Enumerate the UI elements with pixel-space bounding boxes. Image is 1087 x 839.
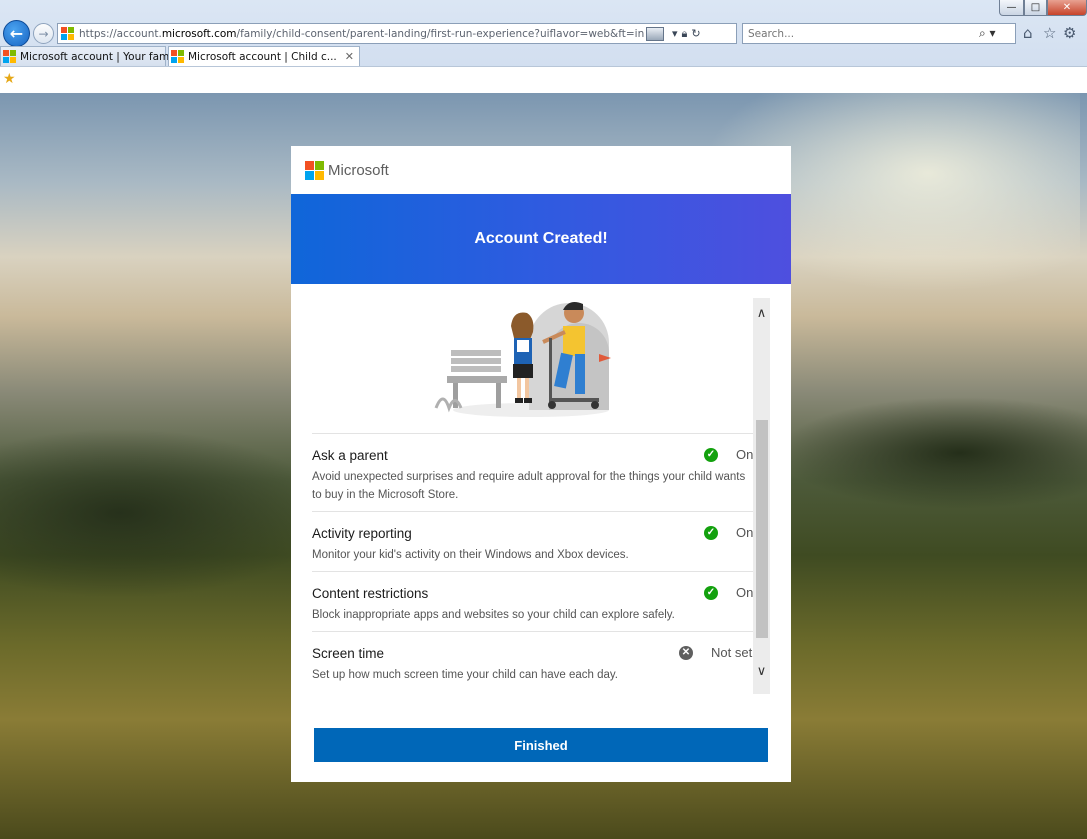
scrollbar-thumb[interactable] bbox=[756, 420, 768, 638]
tab-label: Microsoft account | Your family bbox=[20, 50, 182, 63]
setting-activity-reporting[interactable]: Activity reporting ✓ On Monitor your kid… bbox=[312, 511, 753, 571]
tab-your-family[interactable]: Microsoft account | Your family bbox=[0, 46, 181, 66]
home-icon[interactable]: ⌂ bbox=[1023, 24, 1033, 42]
setting-description: Set up how much screen time your child c… bbox=[312, 669, 618, 681]
check-circle-icon: ✓ bbox=[704, 447, 718, 462]
arrow-left-icon: ← bbox=[9, 24, 24, 43]
search-input[interactable] bbox=[748, 27, 973, 40]
search-box[interactable]: ⌕ ▾ bbox=[742, 23, 1016, 44]
gear-icon[interactable]: ⚙ bbox=[1063, 24, 1076, 42]
brand-name: Microsoft bbox=[328, 161, 389, 179]
status-badge: ✕ Not set bbox=[679, 645, 752, 660]
chevron-down-icon[interactable]: ∨ bbox=[753, 664, 770, 679]
account-created-dialog: Microsoft Account Created! Ask a parent … bbox=[291, 146, 791, 782]
site-favicon-icon bbox=[61, 27, 74, 40]
maximize-button[interactable]: □ bbox=[1024, 0, 1047, 16]
favorites-bar: ★ bbox=[0, 66, 1087, 93]
browser-chrome: — □ ✕ ← → https://account.microsoft.com/… bbox=[0, 0, 1087, 93]
status-badge: ✓ On bbox=[704, 447, 753, 462]
close-tab-icon[interactable]: ✕ bbox=[345, 50, 354, 63]
url-text[interactable]: https://account.microsoft.com/family/chi… bbox=[79, 28, 644, 40]
add-favorite-icon[interactable]: ★ bbox=[3, 71, 16, 87]
setting-description: Avoid unexpected surprises and require a… bbox=[312, 471, 746, 501]
close-window-button[interactable]: ✕ bbox=[1047, 0, 1087, 16]
setting-content-restrictions[interactable]: Content restrictions ✓ On Block inapprop… bbox=[312, 571, 753, 631]
setting-description: Block inappropriate apps and websites so… bbox=[312, 609, 675, 621]
setting-description: Monitor your kid's activity on their Win… bbox=[312, 549, 629, 561]
status-label: On bbox=[736, 525, 754, 540]
search-icon[interactable]: ⌕ ▾ bbox=[979, 26, 996, 41]
back-button[interactable]: ← bbox=[3, 20, 30, 47]
status-label: On bbox=[736, 447, 754, 462]
status-badge: ✓ On bbox=[704, 525, 753, 540]
address-bar[interactable]: https://account.microsoft.com/family/chi… bbox=[57, 23, 737, 44]
settings-scroll-area[interactable]: Ask a parent ✓ On Avoid unexpected surpr… bbox=[291, 298, 771, 694]
site-favicon-icon bbox=[171, 50, 184, 63]
site-favicon-icon bbox=[3, 50, 16, 63]
setting-title: Activity reporting bbox=[312, 526, 412, 541]
setting-ask-a-parent[interactable]: Ask a parent ✓ On Avoid unexpected surpr… bbox=[312, 433, 753, 511]
lock-icon[interactable]: 🔒︎ bbox=[682, 27, 688, 41]
dialog-header: Microsoft bbox=[291, 146, 791, 194]
status-label: On bbox=[736, 585, 754, 600]
tab-strip: Microsoft account | Your family Microsof… bbox=[0, 46, 362, 66]
setting-title: Content restrictions bbox=[312, 586, 429, 601]
banner: Account Created! bbox=[291, 194, 791, 284]
check-circle-icon: ✓ bbox=[704, 585, 718, 600]
setting-title: Screen time bbox=[312, 646, 385, 661]
chevron-up-icon[interactable]: ∧ bbox=[753, 306, 770, 321]
status-badge: ✓ On bbox=[704, 585, 753, 600]
refresh-icon[interactable]: ↻ bbox=[691, 27, 700, 40]
family-illustration bbox=[434, 302, 611, 417]
scrollbar[interactable]: ∧ ∨ bbox=[753, 298, 770, 694]
setting-title: Ask a parent bbox=[312, 448, 388, 463]
finished-button[interactable]: Finished bbox=[314, 728, 768, 762]
tab-child-consent[interactable]: Microsoft account | Child c... ✕ bbox=[168, 46, 360, 66]
favorites-star-icon[interactable]: ☆ bbox=[1043, 24, 1056, 42]
status-label: Not set bbox=[711, 645, 753, 660]
microsoft-logo-icon bbox=[305, 160, 324, 180]
tab-label: Microsoft account | Child c... bbox=[188, 50, 337, 63]
compatibility-view-icon[interactable] bbox=[646, 26, 664, 41]
setting-screen-time[interactable]: Screen time ✕ Not set Set up how much sc… bbox=[312, 631, 753, 694]
dropdown-arrow-icon[interactable]: ▾ bbox=[672, 27, 678, 40]
arrow-right-icon: → bbox=[38, 26, 49, 41]
check-circle-icon: ✓ bbox=[704, 525, 718, 540]
page-title: Account Created! bbox=[474, 230, 608, 247]
x-circle-icon: ✕ bbox=[679, 645, 693, 660]
forward-button[interactable]: → bbox=[33, 23, 54, 44]
minimize-button[interactable]: — bbox=[999, 0, 1024, 16]
